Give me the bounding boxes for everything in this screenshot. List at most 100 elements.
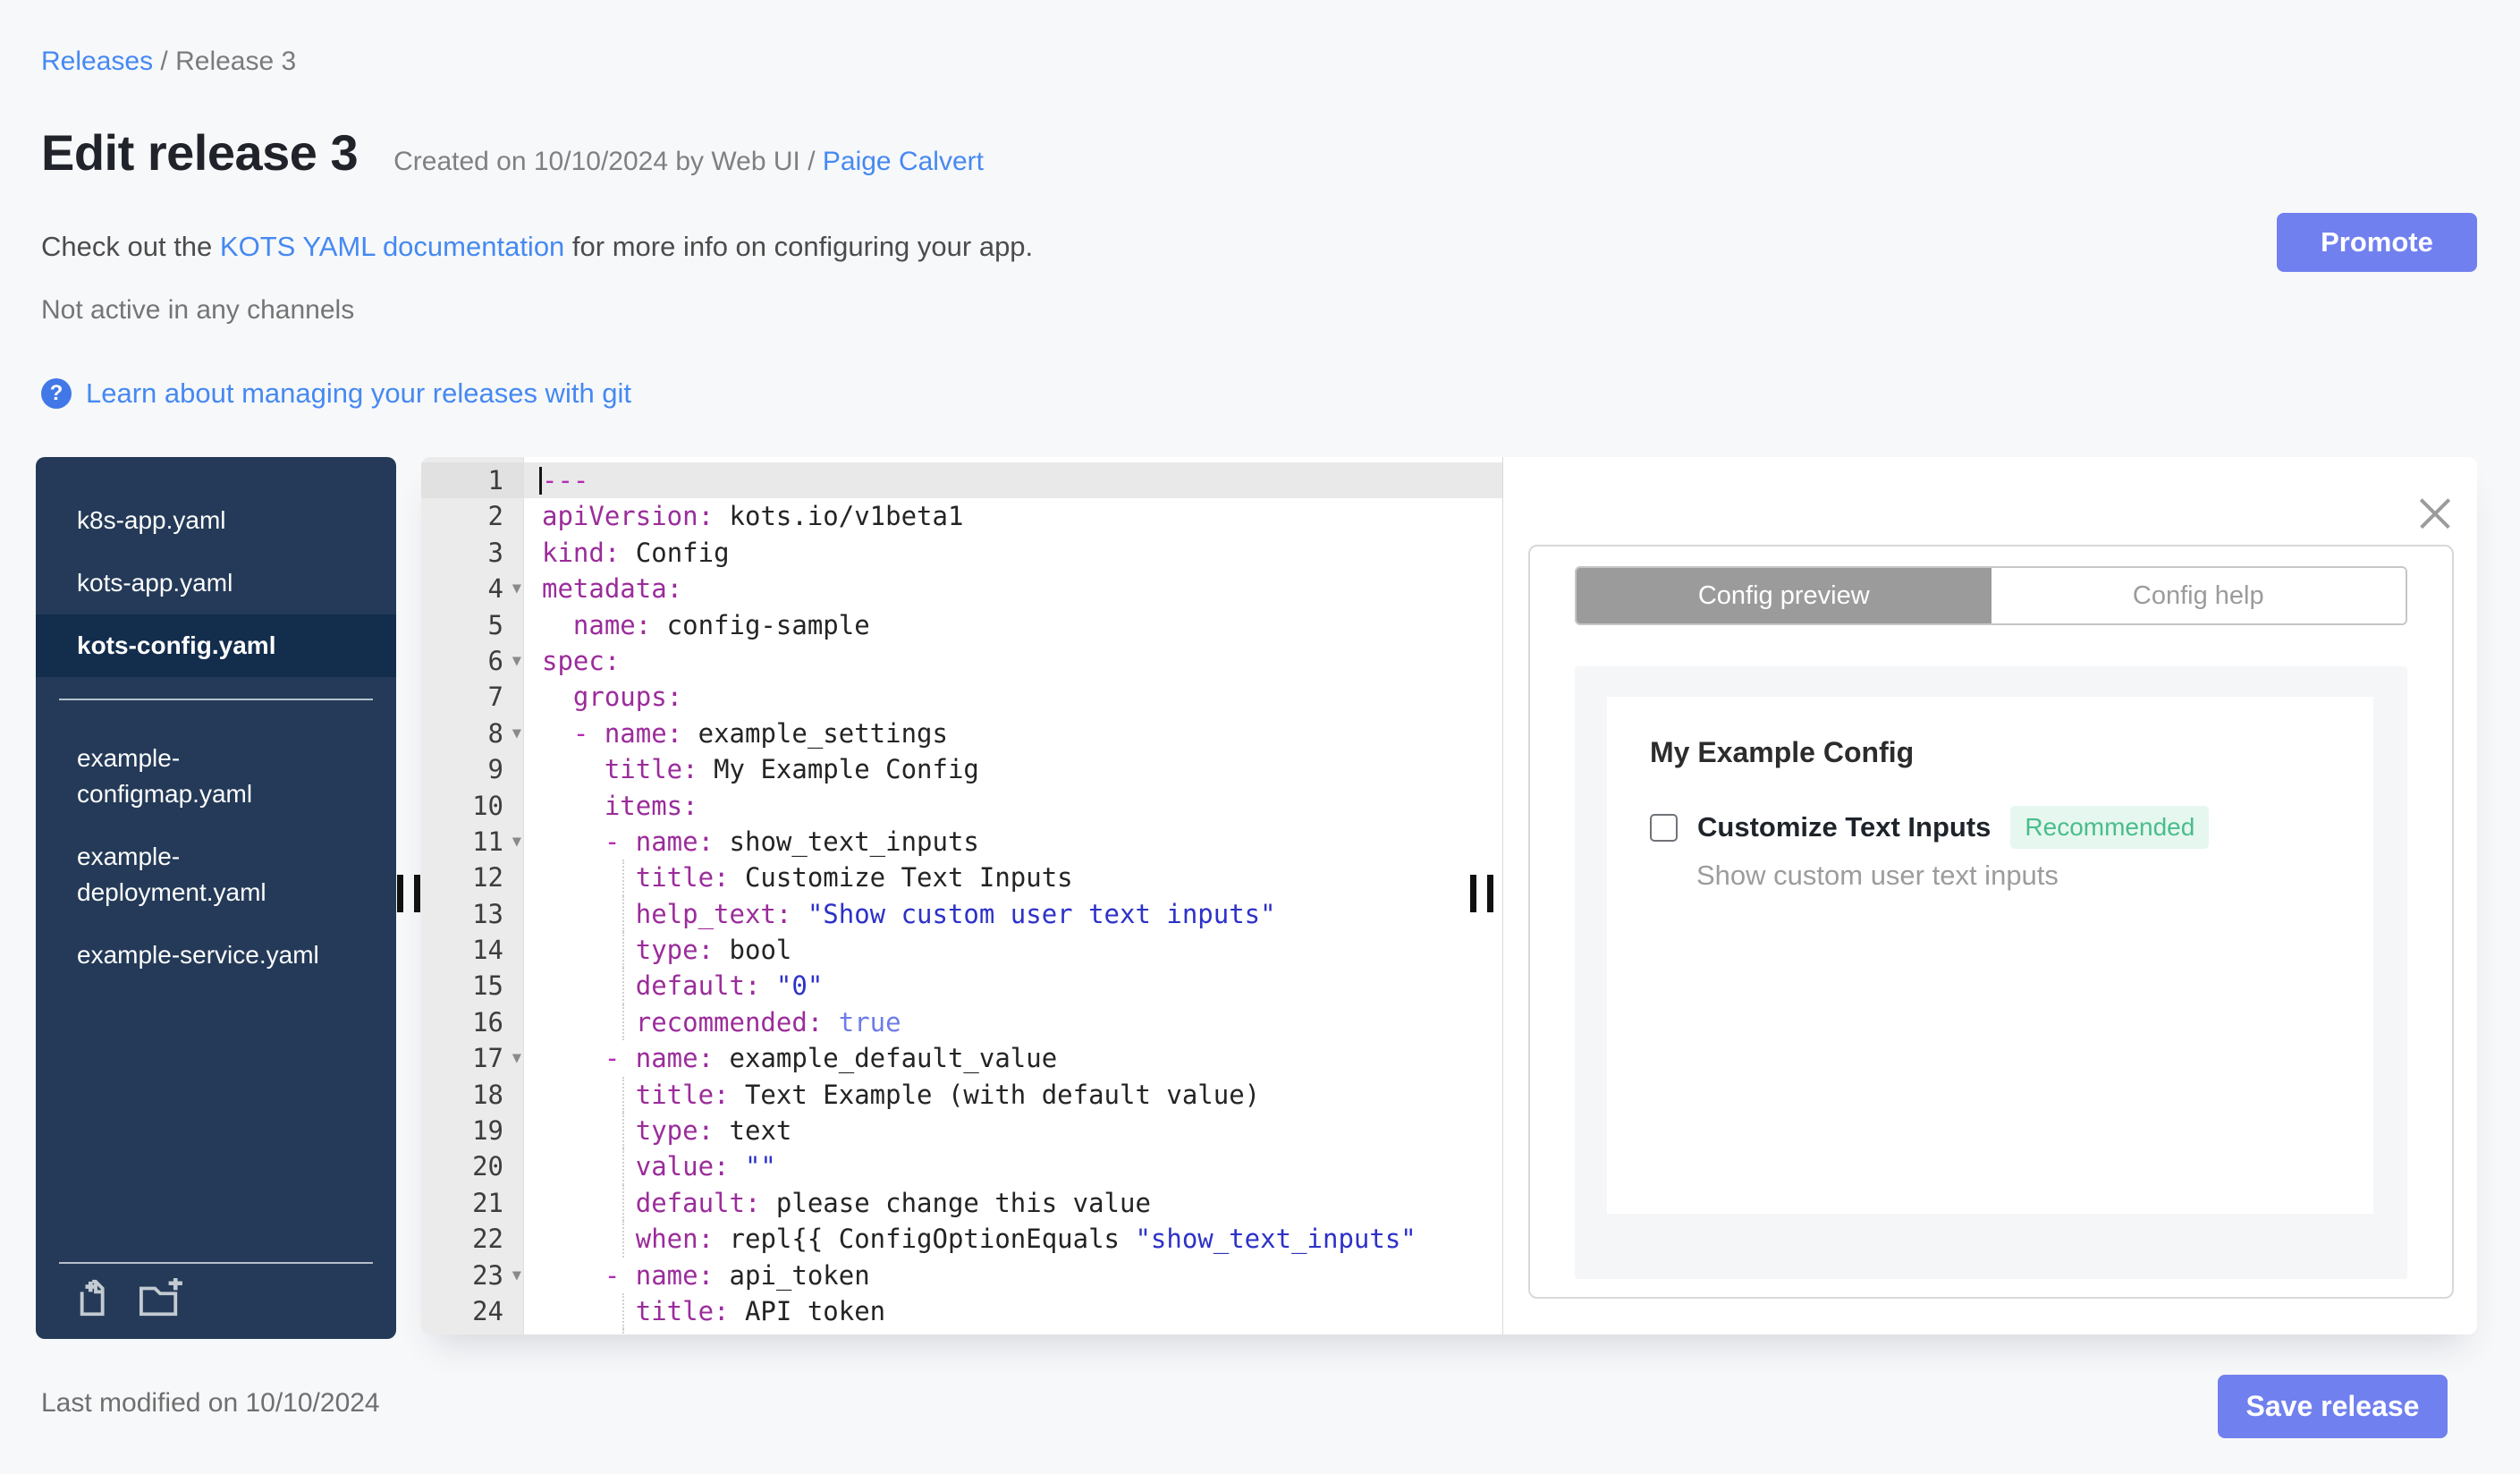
gutter-line-8[interactable]: 8 ▼ (421, 716, 523, 751)
tab-config-preview[interactable]: Config preview (1577, 568, 1991, 623)
code-line-12[interactable]: title: Customize Text Inputs (524, 860, 1502, 896)
breadcrumb-separator: / (153, 47, 176, 76)
fold-arrow-icon[interactable]: ▼ (512, 1040, 521, 1076)
fold-arrow-icon[interactable]: ▼ (512, 1258, 521, 1293)
gutter-line-20[interactable]: 20 (421, 1148, 523, 1184)
doc-line-suffix: for more info on configuring your app. (564, 231, 1034, 262)
code-line-23[interactable]: - name: api_token (524, 1258, 1502, 1293)
config-checkbox[interactable] (1650, 813, 1678, 842)
gutter-line-7[interactable]: 7 (421, 679, 523, 715)
code-line-25[interactable]: type: password (524, 1329, 1502, 1334)
add-file-icon[interactable] (75, 1278, 116, 1319)
gutter-line-12[interactable]: 12 (421, 860, 523, 895)
code-line-6[interactable]: spec: (524, 643, 1502, 679)
save-release-button[interactable]: Save release (2218, 1375, 2448, 1438)
code-line-5[interactable]: name: config-sample (524, 607, 1502, 643)
close-icon[interactable] (2414, 493, 2456, 534)
indent-guide (622, 1184, 624, 1222)
yaml-editor[interactable]: 1 2 3 4 ▼ 5 6 ▼ 7 8 ▼ 9 10 11 ▼ 12 13 14 15 16 17 ▼ 18 19 20 21 22… (421, 457, 1503, 1334)
breadcrumb-releases-link[interactable]: Releases (41, 47, 153, 76)
file-item-example-configmap-yaml[interactable]: example-configmap.yaml (36, 727, 396, 826)
gutter-line-10[interactable]: 10 (421, 788, 523, 824)
code-line-24[interactable]: title: API token (524, 1292, 1502, 1330)
gutter-line-6[interactable]: 6 ▼ (421, 643, 523, 679)
editor-resize-handle[interactable] (1470, 875, 1493, 912)
code-line-15[interactable]: default: "0" (524, 968, 1502, 1004)
author-link[interactable]: Paige Calvert (823, 147, 984, 176)
gutter-line-16[interactable]: 16 (421, 1004, 523, 1040)
gutter-line-21[interactable]: 21 (421, 1185, 523, 1221)
main-split: k8s-app.yaml kots-app.yaml kots-config.yam… (0, 457, 2520, 1339)
gutter-line-23[interactable]: 23 ▼ (421, 1258, 523, 1293)
sidebar-resize-handle[interactable] (397, 875, 420, 912)
code-line-9[interactable]: title: My Example Config (524, 751, 1502, 787)
editor-gutter: 1 2 3 4 ▼ 5 6 ▼ 7 8 ▼ 9 10 11 ▼ 12 13 14 15 16 17 ▼ 18 19 20 21 22… (421, 457, 524, 1334)
file-list: k8s-app.yaml kots-app.yaml kots-config.yam… (36, 457, 396, 987)
gutter-line-13[interactable]: 13 (421, 896, 523, 932)
add-folder-icon[interactable] (138, 1278, 182, 1319)
git-releases-link[interactable]: Learn about managing your releases with … (86, 377, 631, 410)
code-line-1[interactable]: --- (524, 462, 1502, 499)
gutter-line-9[interactable]: 9 (421, 751, 523, 787)
fold-arrow-icon[interactable]: ▼ (512, 716, 521, 751)
code-line-11[interactable]: - name: show_text_inputs (524, 824, 1502, 860)
gutter-line-4[interactable]: 4 ▼ (421, 571, 523, 606)
indent-guide (622, 1329, 624, 1334)
config-group-title: My Example Config (1650, 736, 1915, 768)
git-help-row: ? Learn about managing your releases wit… (41, 377, 631, 410)
gutter-line-25[interactable]: 25 (421, 1329, 523, 1334)
indent-guide (622, 895, 624, 933)
gutter-line-18[interactable]: 18 (421, 1077, 523, 1113)
code-line-10[interactable]: items: (524, 788, 1502, 824)
gutter-line-15[interactable]: 15 (421, 968, 523, 1004)
code-line-4[interactable]: metadata: (524, 571, 1502, 606)
file-item-k8s-app-yaml[interactable]: k8s-app.yaml (36, 489, 396, 552)
config-item-help: Show custom user text inputs (1696, 860, 2059, 891)
gutter-line-11[interactable]: 11 ▼ (421, 824, 523, 860)
code-line-21[interactable]: default: please change this value (524, 1184, 1502, 1222)
code-line-18[interactable]: title: Text Example (with default value) (524, 1076, 1502, 1114)
tab-config-help[interactable]: Config help (1991, 568, 2406, 623)
code-line-20[interactable]: value: "" (524, 1148, 1502, 1185)
code-line-13[interactable]: help_text: "Show custom user text inputs… (524, 895, 1502, 933)
gutter-line-22[interactable]: 22 (421, 1221, 523, 1257)
fold-arrow-icon[interactable]: ▼ (512, 571, 521, 606)
code-line-19[interactable]: type: text (524, 1113, 1502, 1149)
breadcrumb: Releases / Release 3 (41, 47, 296, 77)
config-area: My Example Config Customize Text Inputs … (1575, 666, 2407, 1279)
kots-yaml-doc-link[interactable]: KOTS YAML documentation (220, 231, 564, 262)
question-icon: ? (41, 378, 72, 409)
editor-code-pane[interactable]: --- apiVersion: kots.io/v1beta1 kind: Conf… (524, 457, 1502, 1334)
indent-guide (622, 932, 624, 969)
gutter-line-19[interactable]: 19 (421, 1113, 523, 1148)
config-item-label: Customize Text Inputs (1697, 811, 1991, 843)
title-row: Edit release 3 Created on 10/10/2024 by … (41, 123, 984, 182)
gutter-line-1[interactable]: 1 (421, 462, 523, 499)
code-line-3[interactable]: kind: Config (524, 535, 1502, 571)
code-line-14[interactable]: type: bool (524, 932, 1502, 969)
edit-release-page: Releases / Release 3 Edit release 3 Crea… (0, 0, 2520, 1474)
file-item-kots-config-yaml[interactable]: kots-config.yaml (36, 614, 396, 677)
gutter-line-3[interactable]: 3 (421, 535, 523, 571)
code-line-2[interactable]: apiVersion: kots.io/v1beta1 (524, 498, 1502, 534)
indent-guide (622, 1076, 624, 1114)
fold-arrow-icon[interactable]: ▼ (512, 643, 521, 679)
gutter-line-5[interactable]: 5 (421, 607, 523, 643)
breadcrumb-current: Release 3 (175, 47, 297, 76)
gutter-line-24[interactable]: 24 (421, 1293, 523, 1329)
promote-button[interactable]: Promote (2277, 213, 2477, 272)
file-item-example-service-yaml[interactable]: example-service.yaml (36, 924, 396, 987)
file-item-kots-app-yaml[interactable]: kots-app.yaml (36, 552, 396, 614)
code-line-16[interactable]: recommended: true (524, 1004, 1502, 1041)
gutter-line-2[interactable]: 2 (421, 498, 523, 534)
code-line-8[interactable]: - name: example_settings (524, 716, 1502, 751)
indent-guide (622, 1113, 624, 1149)
code-line-7[interactable]: groups: (524, 679, 1502, 715)
file-item-example-deployment-yaml[interactable]: example-deployment.yaml (36, 826, 396, 924)
doc-line: Check out the KOTS YAML documentation fo… (41, 231, 1033, 263)
gutter-line-14[interactable]: 14 (421, 932, 523, 968)
code-line-17[interactable]: - name: example_default_value (524, 1040, 1502, 1076)
fold-arrow-icon[interactable]: ▼ (512, 824, 521, 860)
gutter-line-17[interactable]: 17 ▼ (421, 1040, 523, 1076)
code-line-22[interactable]: when: repl{{ ConfigOptionEquals "show_te… (524, 1221, 1502, 1258)
